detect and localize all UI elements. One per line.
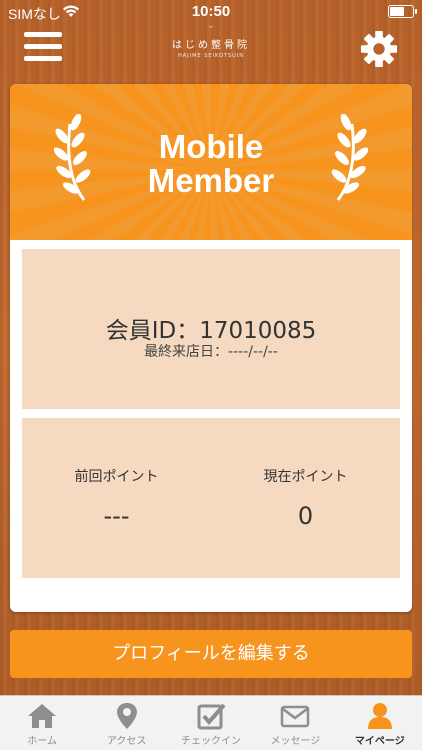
tab-mypage-label: マイページ [354,736,405,747]
previous-points-label: 前回ポイント [74,469,159,485]
hamburger-icon-bar [24,56,62,61]
previous-points-value: --- [103,502,130,530]
tab-access-label: アクセス [106,736,147,747]
tab-bar: ホーム アクセス チェックイン メッセージ マイページ [0,695,422,750]
tab-access[interactable]: アクセス [84,696,168,750]
home-icon [28,704,57,728]
status-bar: SIMなし 10:50 [0,0,422,24]
logo-japanese: はじめ整骨院 [172,40,250,51]
hamburger-icon-bar [24,44,62,49]
current-points-label: 現在ポイント [263,469,348,485]
clinic-logo: ᵕ はじめ整骨院 HAJIME SEIKOTSUIN [150,23,272,60]
checkbox-icon [197,703,226,730]
current-points: 現在ポイント 0 [211,466,400,530]
current-points-value: 0 [297,502,314,530]
tab-home-label: ホーム [27,736,58,747]
location-pin-icon [116,703,137,729]
tab-message[interactable]: メッセージ [253,696,337,750]
last-visit-date: 最終来店日：----/--/-- [144,344,278,360]
member-card: Mobile Member 会員ID：17010085 最終来店日：----/-… [10,84,412,612]
settings-gear-icon[interactable] [360,30,398,68]
tab-mypage[interactable]: マイページ [338,696,422,750]
previous-points: 前回ポイント --- [22,466,211,530]
app-header: ᵕ はじめ整骨院 HAJIME SEIKOTSUIN [0,24,422,72]
tab-checkin-label: チェックイン [180,736,241,747]
mobile-member-banner: Mobile Member [10,84,412,240]
laurel-right-icon [331,114,368,201]
clock: 10:50 [191,3,231,20]
points-panel: 前回ポイント --- 現在ポイント 0 [22,418,400,578]
envelope-icon [281,705,310,728]
member-id-panel: 会員ID：17010085 最終来店日：----/--/-- [22,249,400,409]
logo-mark: ᵕ [208,23,214,34]
hamburger-icon-bar [24,32,62,37]
battery-icon [388,5,417,18]
tab-message-label: メッセージ [270,736,321,747]
person-icon [367,703,392,729]
tab-checkin[interactable]: チェックイン [169,696,253,750]
edit-profile-button[interactable]: プロフィールを編集する [10,630,412,678]
logo-english: HAJIME SEIKOTSUIN [177,53,245,59]
hamburger-menu-button[interactable] [24,32,62,64]
tab-home[interactable]: ホーム [0,696,84,750]
member-id: 会員ID：17010085 [105,318,317,344]
